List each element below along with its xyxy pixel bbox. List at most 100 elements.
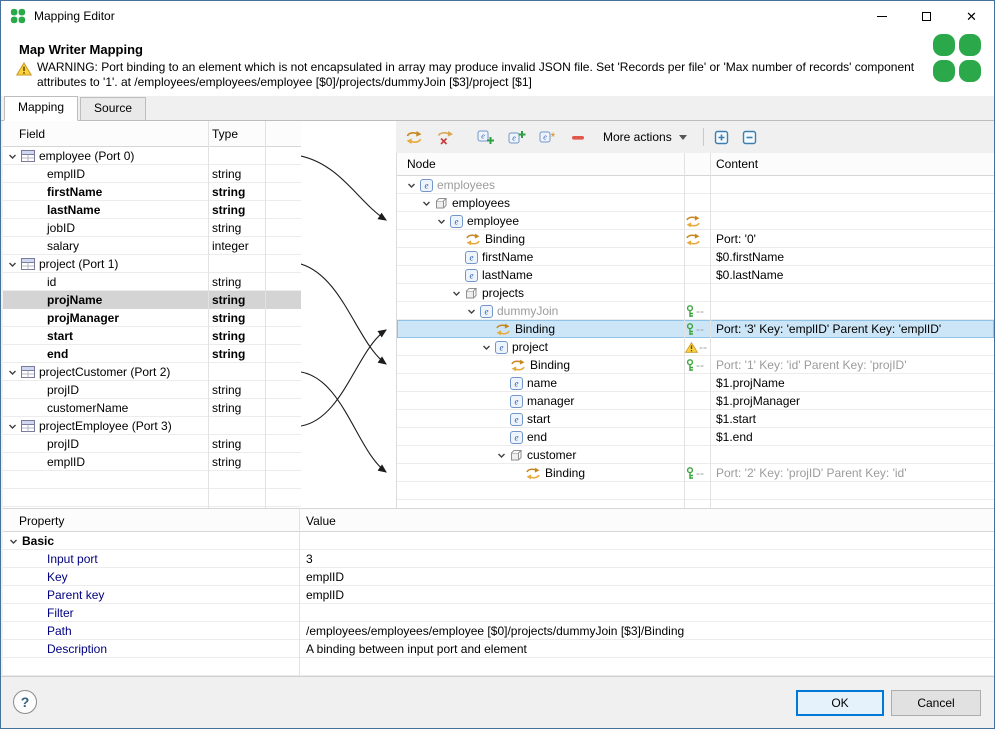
node-cell: employees (397, 194, 994, 212)
field-row[interactable]: project (Port 1) (3, 255, 301, 273)
chevron-down-icon[interactable] (467, 307, 476, 316)
remove-element-button[interactable] (567, 125, 593, 149)
element-icon: e (510, 413, 523, 426)
tab-mapping[interactable]: Mapping (4, 96, 78, 121)
clover-app-icon (10, 8, 26, 27)
node-row[interactable]: elastName$0.lastName (397, 266, 994, 284)
chevron-down-icon[interactable] (437, 217, 446, 226)
property-row[interactable]: Parent keyemplID (3, 586, 994, 604)
property-group-row[interactable]: Basic (3, 532, 994, 550)
indicator-text: -- (696, 304, 704, 318)
dialog-header: Map Writer Mapping WARNING: Port binding… (1, 31, 994, 96)
collapse-all-button[interactable] (739, 125, 764, 149)
field-row[interactable]: projIDstring (3, 435, 301, 453)
field-row[interactable]: salaryinteger (3, 237, 301, 255)
node-label: dummyJoin (497, 302, 558, 320)
node-row[interactable]: estart$1.start (397, 410, 994, 428)
window-close-button[interactable]: ✕ (949, 1, 994, 31)
cancel-button[interactable]: Cancel (891, 690, 981, 716)
property-row[interactable]: DescriptionA binding between input port … (3, 640, 994, 658)
node-cell: ename (397, 374, 994, 392)
property-value: /employees/employees/employee [$0]/proje… (306, 622, 684, 640)
chevron-down-icon[interactable] (422, 199, 431, 208)
node-row[interactable]: emanager$1.projManager (397, 392, 994, 410)
create-binding-button[interactable] (402, 125, 430, 149)
node-content: Port: '1' Key: 'id' Parent Key: 'projID' (716, 356, 907, 374)
chevron-down-icon[interactable] (8, 368, 17, 377)
property-row[interactable]: Filter (3, 604, 994, 622)
field-row[interactable]: startstring (3, 327, 301, 345)
field-row[interactable]: employee (Port 0) (3, 147, 301, 165)
field-cell: projectCustomer (Port 2) (3, 363, 301, 381)
node-row[interactable]: customer (397, 446, 994, 464)
chevron-down-icon[interactable] (452, 289, 461, 298)
ok-button[interactable]: OK (796, 690, 884, 716)
remove-binding-button[interactable] (433, 125, 461, 149)
field-row[interactable]: projIDstring (3, 381, 301, 399)
field-row[interactable]: projectCustomer (Port 2) (3, 363, 301, 381)
expand-all-icon (714, 130, 729, 145)
add-sibling-element-button[interactable]: e (505, 125, 533, 149)
node-row[interactable]: Binding--Port: '3' Key: 'emplID' Parent … (397, 320, 994, 338)
key-icon (685, 323, 695, 336)
field-row[interactable]: projManagerstring (3, 309, 301, 327)
node-row[interactable]: efirstName$0.firstName (397, 248, 994, 266)
field-row[interactable]: firstNamestring (3, 183, 301, 201)
field-type: string (212, 435, 241, 453)
field-row[interactable]: projNamestring (3, 291, 301, 309)
help-button[interactable]: ? (13, 690, 37, 714)
warning-icon (16, 62, 32, 79)
node-row[interactable]: e dummyJoin -- (397, 302, 994, 320)
chevron-down-icon[interactable] (8, 152, 17, 161)
field-row[interactable]: projectEmployee (Port 3) (3, 417, 301, 435)
expand-all-button[interactable] (711, 125, 736, 149)
field-row[interactable]: endstring (3, 345, 301, 363)
node-row[interactable]: Binding--Port: '1' Key: 'id' Parent Key:… (397, 356, 994, 374)
add-wildcard-element-button[interactable]: e* (536, 125, 564, 149)
chevron-down-icon[interactable] (9, 537, 18, 546)
binding-icon (525, 467, 541, 480)
node-row[interactable]: eemployees (397, 176, 994, 194)
property-name: Input port (47, 550, 98, 568)
chevron-down-icon[interactable] (407, 181, 416, 190)
binding-icon (685, 215, 701, 228)
node-row[interactable]: ename$1.projName (397, 374, 994, 392)
property-value: emplID (306, 586, 344, 604)
node-row[interactable]: eproject-- (397, 338, 994, 356)
more-actions-button[interactable]: More actions (596, 125, 693, 149)
chevron-down-icon[interactable] (8, 422, 17, 431)
collapse-all-icon (742, 130, 757, 145)
field-row[interactable]: jobIDstring (3, 219, 301, 237)
property-row[interactable]: Input port3 (3, 550, 994, 568)
field-row[interactable]: emplIDstring (3, 453, 301, 471)
cloverdx-logo-icon (930, 31, 984, 88)
chevron-down-icon[interactable] (8, 260, 17, 269)
chevron-down-icon[interactable] (497, 451, 506, 460)
node-row[interactable]: employees (397, 194, 994, 212)
node-row[interactable]: Binding--Port: '2' Key: 'projID' Parent … (397, 464, 994, 482)
column-header-property: Property (19, 514, 64, 528)
svg-text:e: e (485, 306, 489, 316)
field-row[interactable]: emplIDstring (3, 165, 301, 183)
window-maximize-button[interactable] (904, 1, 949, 31)
field-row[interactable]: lastNamestring (3, 201, 301, 219)
node-row[interactable]: BindingPort: '0' (397, 230, 994, 248)
field-row[interactable]: customerNamestring (3, 399, 301, 417)
binding-icon (685, 233, 701, 246)
property-row[interactable]: Path/employees/employees/employee [$0]/p… (3, 622, 994, 640)
field-type: string (212, 219, 241, 237)
tab-source[interactable]: Source (80, 97, 146, 120)
node-row[interactable]: eend$1.end (397, 428, 994, 446)
remove-element-icon (570, 130, 586, 145)
nodes-column-divider (684, 153, 685, 508)
node-row[interactable]: projects (397, 284, 994, 302)
title-bar[interactable]: Mapping Editor ✕ (1, 1, 994, 31)
field-row[interactable]: idstring (3, 273, 301, 291)
window-minimize-button[interactable] (859, 1, 904, 31)
binding-indicator: -- (685, 302, 704, 320)
binding-icon (465, 233, 481, 246)
add-child-element-button[interactable]: e (474, 125, 502, 149)
chevron-down-icon[interactable] (482, 343, 491, 352)
node-row[interactable]: eemployee (397, 212, 994, 230)
property-row[interactable]: KeyemplID (3, 568, 994, 586)
